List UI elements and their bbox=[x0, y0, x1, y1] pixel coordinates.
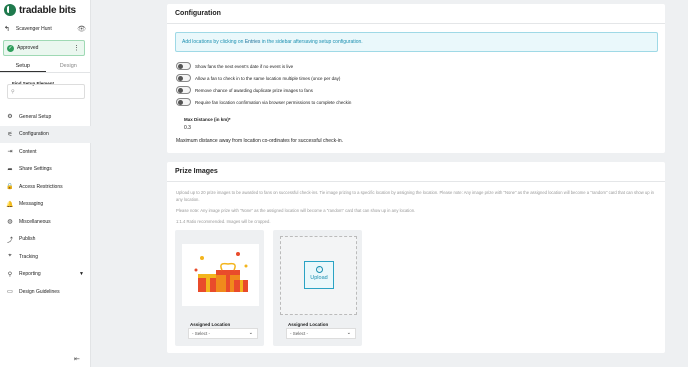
share-icon: ➦ bbox=[7, 166, 13, 173]
max-distance-help: Maximum distance away from location co-o… bbox=[176, 138, 344, 144]
assigned-location-label: Assigned Location bbox=[288, 322, 329, 327]
sidebar-item-label: Configuration bbox=[19, 131, 49, 138]
logo-text: tradable bits bbox=[19, 4, 76, 16]
upload-dropzone[interactable]: ↑ Upload bbox=[280, 236, 357, 315]
toggle-label: Remove chance of awarding duplicate priz… bbox=[195, 87, 313, 93]
prize-image[interactable] bbox=[182, 244, 259, 306]
sidebar-item-label: Access Restrictions bbox=[19, 183, 63, 190]
max-distance-input[interactable]: 0.3 bbox=[184, 125, 191, 131]
tab-setup[interactable]: Setup bbox=[0, 60, 46, 72]
sidebar-item-label: Publish bbox=[19, 236, 36, 243]
toggle-switch[interactable] bbox=[176, 86, 191, 94]
sidebar-nav: ⚙ General Setup ⚟ Configuration ⇥ Conten… bbox=[0, 108, 91, 301]
chevron-down-icon: ⌄ bbox=[248, 330, 253, 336]
info-text-pre: Add locations by clicking on bbox=[182, 39, 244, 45]
ratio-note: 1:1.4 Ratio recommended. Images will be … bbox=[176, 219, 271, 224]
assigned-location-select[interactable]: - Select - ⌄ bbox=[286, 328, 356, 339]
upload-icon: ↑ bbox=[315, 266, 323, 273]
sidebar-item-label: Design Guidelines bbox=[19, 288, 60, 295]
logo[interactable]: tradable bits bbox=[4, 4, 76, 16]
panel-title: Configuration bbox=[167, 4, 665, 24]
toggle-label: Show fans the next event's date if no ev… bbox=[195, 63, 294, 69]
collapse-sidebar-icon[interactable]: ⇤ bbox=[74, 355, 80, 363]
sidebar-item-label: Miscellaneous bbox=[19, 218, 51, 225]
reporting-icon: ⚲ bbox=[7, 271, 13, 278]
sidebar-item-label: Reporting bbox=[19, 271, 41, 278]
sidebar-item-reporting[interactable]: ⚲ Reporting ▼ bbox=[0, 266, 91, 284]
lock-icon: 🔒 bbox=[6, 184, 14, 191]
check-icon: ✓ bbox=[7, 44, 14, 52]
chevron-down-icon: ▼ bbox=[79, 271, 84, 278]
eye-icon[interactable]: 👁 bbox=[77, 25, 86, 33]
prize-card: ↑ Upload Assigned Location - Select - ⌄ bbox=[273, 230, 362, 346]
upload-label: Upload bbox=[310, 275, 328, 281]
sidebar: tradable bits ↰ Scavenger Hunt 👁 ✓ Appro… bbox=[0, 0, 91, 367]
chevron-down-icon: ⌄ bbox=[346, 330, 351, 336]
gear-icon: ⚙ bbox=[7, 114, 13, 121]
sidebar-tabs: Setup Design bbox=[0, 60, 91, 73]
sidebar-item-configuration[interactable]: ⚟ Configuration bbox=[0, 125, 91, 143]
toggle-switch[interactable] bbox=[176, 74, 191, 82]
bell-icon: 🔔 bbox=[6, 201, 14, 208]
tab-design[interactable]: Design bbox=[46, 60, 92, 72]
sidebar-item-design-guidelines[interactable]: ▭ Design Guidelines bbox=[0, 283, 91, 301]
prize-description: Upload up to 20 prize images to be award… bbox=[176, 190, 655, 202]
sidebar-item-access-restrictions[interactable]: 🔒 Access Restrictions bbox=[0, 178, 91, 196]
sidebar-item-miscellaneous[interactable]: ◍ Miscellaneous bbox=[0, 213, 91, 231]
toggle-label: Require fan location confirmation via br… bbox=[195, 99, 352, 105]
guidelines-icon: ▭ bbox=[7, 289, 13, 296]
gift-boxes-icon bbox=[194, 252, 248, 292]
logo-icon bbox=[4, 4, 16, 16]
sidebar-item-tracking[interactable]: ⌖ Tracking bbox=[0, 248, 91, 266]
back-arrow-icon[interactable]: ↰ bbox=[4, 25, 10, 33]
content-icon: ⇥ bbox=[7, 149, 13, 156]
assigned-location-label: Assigned Location bbox=[190, 322, 231, 327]
sliders-icon: ⚟ bbox=[7, 131, 13, 138]
sidebar-item-label: Content bbox=[19, 148, 37, 155]
status-badge: ✓ Approved ⋮ bbox=[3, 40, 85, 56]
search-icon: ⚲ bbox=[11, 88, 15, 95]
sidebar-item-label: Messaging bbox=[19, 201, 44, 208]
entries-link[interactable]: Entries bbox=[245, 39, 261, 45]
toggle-row: Allow a fan to check in to the same loca… bbox=[176, 74, 340, 82]
tracking-icon: ⌖ bbox=[8, 253, 12, 260]
sidebar-item-label: Tracking bbox=[19, 253, 38, 260]
status-label: Approved bbox=[17, 45, 39, 51]
prize-card: Assigned Location - Select - ⌄ bbox=[175, 230, 264, 346]
search-input[interactable]: ⚲ bbox=[7, 84, 85, 99]
toggle-switch[interactable] bbox=[176, 62, 191, 70]
toggle-label: Allow a fan to check in to the same loca… bbox=[195, 75, 341, 81]
assigned-location-select[interactable]: - Select - ⌄ bbox=[188, 328, 258, 339]
prize-note: Please note: Any image prize with "None"… bbox=[176, 208, 416, 213]
more-options-icon[interactable]: ⋮ bbox=[73, 44, 80, 52]
campaign-name: Scavenger Hunt bbox=[15, 26, 52, 32]
toggle-row: Require fan location confirmation via br… bbox=[176, 98, 351, 106]
toggle-row: Show fans the next event's date if no ev… bbox=[176, 62, 293, 70]
max-distance-label: Max Distance (in km)* bbox=[184, 117, 231, 122]
sidebar-item-messaging[interactable]: 🔔 Messaging bbox=[0, 196, 91, 214]
sidebar-item-general-setup[interactable]: ⚙ General Setup bbox=[0, 108, 91, 126]
sidebar-item-label: Share Settings bbox=[19, 166, 52, 173]
info-banner: Add locations by clicking on Entries in … bbox=[175, 32, 658, 52]
campaign-header: ↰ Scavenger Hunt 👁 bbox=[4, 24, 86, 34]
globe-icon: ◍ bbox=[7, 219, 13, 226]
select-value: - Select - bbox=[290, 331, 309, 336]
info-text-post: in the sidebar aftersaving setup configu… bbox=[261, 39, 363, 45]
sidebar-item-publish[interactable]: ⤴ Publish bbox=[0, 231, 91, 249]
sidebar-item-content[interactable]: ⇥ Content bbox=[0, 143, 91, 161]
sidebar-item-label: General Setup bbox=[19, 113, 52, 120]
toggle-row: Remove chance of awarding duplicate priz… bbox=[176, 86, 313, 94]
upload-button[interactable]: ↑ Upload bbox=[304, 261, 334, 289]
select-value: - Select - bbox=[192, 331, 211, 336]
panel-title: Prize Images bbox=[167, 162, 665, 182]
publish-icon: ⤴ bbox=[6, 237, 13, 244]
toggle-switch[interactable] bbox=[176, 98, 191, 106]
sidebar-item-share-settings[interactable]: ➦ Share Settings bbox=[0, 161, 91, 179]
